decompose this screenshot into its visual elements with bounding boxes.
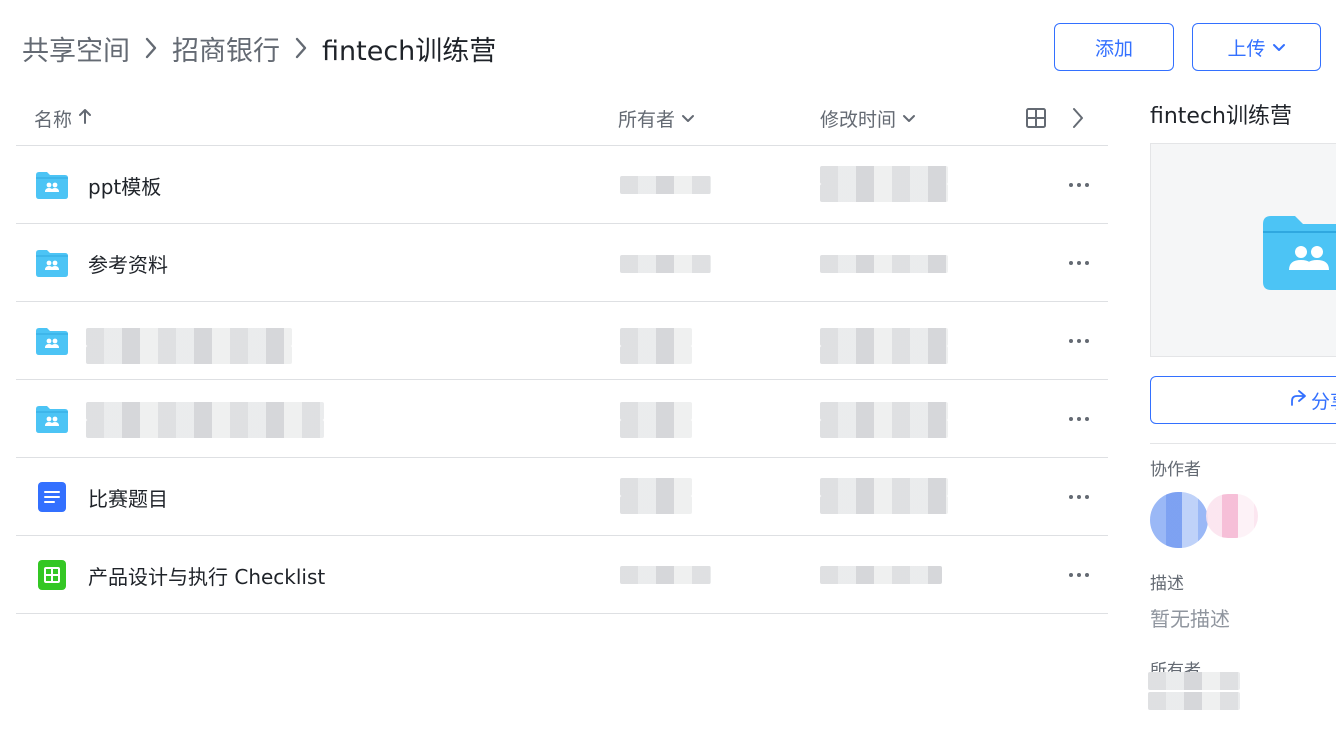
shared-folder-icon	[35, 169, 69, 201]
shared-folder-icon	[35, 247, 69, 279]
page-title: fintech训练营	[322, 35, 497, 67]
column-header-name[interactable]: 名称	[34, 90, 92, 146]
table-row[interactable]	[16, 380, 1108, 458]
file-name-redacted	[86, 402, 324, 420]
table-row[interactable]: ppt模板	[16, 146, 1108, 224]
owner-cell	[620, 328, 692, 346]
folder-preview	[1150, 143, 1336, 357]
chevron-right-icon	[130, 28, 172, 68]
column-header-owner[interactable]: 所有者	[618, 90, 695, 146]
file-name[interactable]: 比赛题目	[88, 458, 168, 536]
chevron-down-icon	[681, 107, 695, 129]
modified-cell	[820, 496, 948, 514]
share-button[interactable]: 分享	[1150, 376, 1336, 424]
owner-value	[1148, 672, 1240, 690]
owner-cell	[620, 346, 692, 364]
file-name-redacted	[86, 420, 324, 438]
more-icon[interactable]	[1064, 326, 1094, 356]
file-name-redacted	[86, 346, 292, 364]
modified-cell	[820, 346, 948, 364]
file-name-redacted	[86, 328, 292, 346]
breadcrumb-item-bank[interactable]: 招商银行	[172, 29, 280, 68]
more-icon[interactable]	[1064, 404, 1094, 434]
shared-folder-icon	[35, 325, 69, 357]
table-row[interactable]: 参考资料	[16, 224, 1108, 302]
shared-folder-icon	[35, 403, 69, 435]
more-icon[interactable]	[1064, 248, 1094, 278]
sheet-icon	[35, 559, 69, 591]
breadcrumb: 共享空间 招商银行 fintech训练营	[22, 28, 496, 68]
modified-cell	[820, 402, 948, 420]
file-name[interactable]: 产品设计与执行 Checklist	[88, 536, 325, 614]
chevron-right-icon	[280, 28, 322, 68]
avatar[interactable]	[1206, 494, 1258, 538]
column-name-label: 名称	[34, 108, 73, 131]
table-header: 名称 所有者 修改时间	[16, 90, 1108, 146]
collaborators-label: 协作者	[1150, 460, 1201, 480]
more-icon[interactable]	[1064, 560, 1094, 590]
modified-cell	[820, 255, 948, 273]
table-row[interactable]: 产品设计与执行 Checklist	[16, 536, 1108, 614]
upload-button-label: 上传	[1227, 37, 1266, 60]
panel-divider	[1150, 443, 1336, 444]
modified-cell	[820, 184, 948, 202]
column-modified-label: 修改时间	[820, 108, 897, 131]
owner-cell	[620, 402, 692, 420]
grid-view-icon[interactable]	[1022, 90, 1050, 146]
table-row[interactable]	[16, 302, 1108, 380]
column-owner-label: 所有者	[618, 108, 676, 131]
more-icon[interactable]	[1064, 482, 1094, 512]
owner-cell	[620, 420, 692, 438]
table-row[interactable]: 比赛题目	[16, 458, 1108, 536]
arrow-up-icon	[78, 107, 92, 130]
doc-icon	[35, 481, 69, 513]
owner-value	[1148, 692, 1240, 710]
file-name[interactable]: ppt模板	[88, 146, 161, 224]
chevron-down-icon	[1272, 36, 1286, 58]
add-button[interactable]: 添加	[1054, 23, 1174, 71]
owner-cell	[620, 478, 692, 496]
description-value: 暂无描述	[1150, 607, 1230, 631]
owner-cell	[620, 496, 692, 514]
breadcrumb-item-shared-space[interactable]: 共享空间	[22, 29, 130, 68]
column-header-modified[interactable]: 修改时间	[820, 90, 916, 146]
modified-cell	[820, 566, 942, 584]
owner-label: 所有者	[1150, 661, 1201, 672]
more-icon[interactable]	[1064, 170, 1094, 200]
file-name[interactable]: 参考资料	[88, 224, 168, 302]
panel-title: fintech训练营	[1150, 104, 1293, 129]
upload-button[interactable]: 上传	[1192, 23, 1321, 71]
owner-cell	[620, 176, 711, 194]
chevron-right-icon[interactable]	[1066, 90, 1090, 146]
share-button-label: 分享	[1310, 390, 1336, 413]
owner-cell	[620, 255, 711, 273]
owner-cell	[620, 566, 711, 584]
avatar[interactable]	[1150, 492, 1208, 548]
modified-cell	[820, 166, 948, 184]
modified-cell	[820, 420, 948, 438]
modified-cell	[820, 478, 948, 496]
modified-cell	[820, 328, 948, 346]
add-button-label: 添加	[1094, 37, 1133, 60]
share-icon	[1289, 389, 1307, 412]
chevron-down-icon	[902, 107, 916, 129]
description-label: 描述	[1150, 574, 1184, 594]
